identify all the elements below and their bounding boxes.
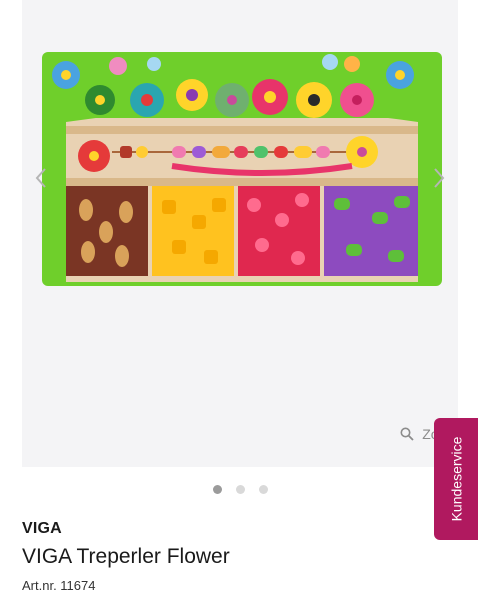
gallery-pagination bbox=[0, 485, 480, 494]
zoom-icon bbox=[400, 427, 414, 441]
product-article-number: Art.nr. 11674 bbox=[22, 578, 96, 593]
previous-image-button[interactable] bbox=[30, 163, 52, 193]
product-image bbox=[42, 52, 442, 286]
chevron-left-icon bbox=[35, 168, 46, 188]
next-image-button[interactable] bbox=[428, 163, 450, 193]
gallery-dot-1[interactable] bbox=[212, 485, 222, 494]
customer-service-label: Kundeservice bbox=[448, 436, 465, 522]
product-title: VIGA Treperler Flower bbox=[22, 545, 230, 568]
chevron-right-icon bbox=[434, 168, 445, 188]
customer-service-tab[interactable]: Kundeservice bbox=[434, 418, 478, 540]
product-image-gallery[interactable]: Zoom bbox=[22, 0, 458, 467]
gallery-dot-3[interactable] bbox=[258, 485, 268, 494]
gallery-dot-2[interactable] bbox=[235, 485, 245, 494]
product-brand[interactable]: VIGA bbox=[22, 520, 62, 538]
